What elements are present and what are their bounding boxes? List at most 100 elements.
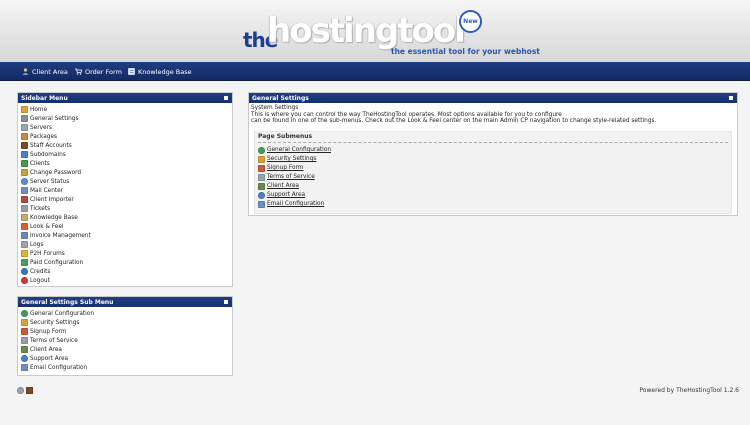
sidebar-panel: Sidebar Menu Home General Settings Servers… [17, 92, 233, 287]
sidebar-item-logout[interactable]: Logout [21, 276, 229, 285]
page-submenu-link-label: Security Settings [267, 156, 317, 163]
sidebar-item-subdomains[interactable]: Subdomains [21, 150, 229, 159]
page-submenu-link-email-configuration[interactable]: Email Configuration [258, 200, 728, 209]
submenu-item-label: Security Settings [30, 319, 80, 326]
logo[interactable]: the hostingtool New the essential tool f… [243, 9, 540, 57]
submenu-item-security-settings[interactable]: Security Settings [21, 318, 229, 327]
sidebar-item-label: Credits [30, 268, 51, 275]
sidebar-item-credits[interactable]: Credits [21, 267, 229, 276]
new-badge: New [459, 10, 482, 33]
globe-icon[interactable] [17, 387, 24, 394]
page-submenu-link-general-configuration[interactable]: General Configuration [258, 146, 728, 155]
page-submenu-link-signup-form[interactable]: Signup Form [258, 164, 728, 173]
info-icon [21, 268, 28, 275]
book-icon [21, 214, 28, 221]
sidebar-item-label: P2H Forums [30, 250, 65, 257]
sidebar-item-label: General Settings [30, 115, 79, 122]
submenu-item-general-configuration[interactable]: General Configuration [21, 309, 229, 318]
minimize-icon[interactable] [224, 96, 228, 100]
page-submenu-link-client-area[interactable]: Client Area [258, 182, 728, 191]
sidebar-item-label: Look & Feel [30, 223, 64, 230]
sidebar-header: Sidebar Menu [18, 93, 232, 103]
sidebar-item-knowledge-base[interactable]: Knowledge Base [21, 213, 229, 222]
mail-icon [21, 187, 28, 194]
sidebar-item-label: Paid Configuration [30, 259, 84, 266]
content-body: System Settings This is where you can co… [249, 103, 737, 216]
submenu-item-label: General Configuration [30, 310, 95, 317]
submenu-item-client-area[interactable]: Client Area [21, 345, 229, 354]
sidebar-item-staff-accounts[interactable]: Staff Accounts [21, 141, 229, 150]
sidebar-item-server-status[interactable]: Server Status [21, 177, 229, 186]
submenu-title: General Settings Sub Menu [21, 298, 114, 306]
lock-icon [21, 319, 28, 326]
book-icon [128, 68, 135, 75]
home-icon [21, 106, 28, 113]
submenu-panel: General Settings Sub Menu General Config… [17, 296, 233, 376]
sidebar-item-invoice-management[interactable]: Invoice Management [21, 231, 229, 240]
staff-icon [21, 142, 28, 149]
user-icon[interactable] [26, 387, 33, 394]
submenu-item-terms-of-service[interactable]: Terms of Service [21, 336, 229, 345]
nav-order-form-label: Order Form [85, 67, 122, 76]
sidebar-item-label: Logs [30, 241, 44, 248]
page-submenu-link-security-settings[interactable]: Security Settings [258, 155, 728, 164]
mail-icon [21, 364, 28, 371]
sidebar-item-general-settings[interactable]: General Settings [21, 114, 229, 123]
sidebar-title: Sidebar Menu [21, 94, 68, 102]
submenu-item-label: Terms of Service [30, 337, 78, 344]
document-icon [258, 174, 265, 181]
sidebar-item-logs[interactable]: Logs [21, 240, 229, 249]
sidebar-item-label: Knowledge Base [30, 214, 78, 221]
nav-knowledge-base-label: Knowledge Base [138, 67, 192, 76]
sidebar-item-look-feel[interactable]: Look & Feel [21, 222, 229, 231]
powered-by-text: Powered by TheHostingTool 1.2.6 [639, 387, 739, 394]
sidebar-item-tickets[interactable]: Tickets [21, 204, 229, 213]
sidebar-item-change-password[interactable]: Change Password [21, 168, 229, 177]
forum-icon [21, 250, 28, 257]
minimize-icon[interactable] [729, 96, 733, 100]
submenu-item-label: Support Area [30, 355, 69, 362]
logout-icon [21, 277, 28, 284]
submenu-item-label: Signup Form [30, 328, 67, 335]
sidebar-item-p2h-forums[interactable]: P2H Forums [21, 249, 229, 258]
globe-icon [258, 147, 265, 154]
submenu-item-support-area[interactable]: Support Area [21, 354, 229, 363]
palette-icon [21, 223, 28, 230]
sidebar-item-packages[interactable]: Packages [21, 132, 229, 141]
submenu-item-label: Client Area [30, 346, 62, 353]
nav-knowledge-base[interactable]: Knowledge Base [128, 62, 192, 81]
page-submenu-link-label: Signup Form [267, 165, 304, 172]
clients-icon [21, 160, 28, 167]
globe-icon [21, 310, 28, 317]
mail-icon [258, 201, 265, 208]
sidebar-item-label: Client Importer [30, 196, 74, 203]
submenu-item-label: Email Configuration [30, 364, 88, 371]
signup-icon [21, 328, 28, 335]
nav-client-area-label: Client Area [32, 67, 68, 76]
sidebar-item-clients[interactable]: Clients [21, 159, 229, 168]
server-icon [21, 124, 28, 131]
nav-order-form[interactable]: Order Form [75, 62, 122, 81]
content-panel: General Settings System Settings This is… [248, 92, 738, 216]
sidebar-item-label: Staff Accounts [30, 142, 72, 149]
page-submenus-list: General Configuration Security Settings Si… [258, 146, 728, 209]
submenu-list: General Configuration Security Settings Si… [18, 307, 232, 374]
help-icon [21, 355, 28, 362]
sidebar-item-paid-configuration[interactable]: Paid Configuration [21, 258, 229, 267]
page-submenu-link-terms-of-service[interactable]: Terms of Service [258, 173, 728, 182]
help-icon [258, 192, 265, 199]
submenu-item-signup-form[interactable]: Signup Form [21, 327, 229, 336]
sidebar-item-label: Subdomains [30, 151, 66, 158]
sidebar-item-servers[interactable]: Servers [21, 123, 229, 132]
logo-tagline: the essential tool for your webhost [391, 47, 540, 56]
page-submenu-link-support-area[interactable]: Support Area [258, 191, 728, 200]
sidebar-item-home[interactable]: Home [21, 105, 229, 114]
sidebar-item-label: Invoice Management [30, 232, 91, 239]
nav-client-area[interactable]: Client Area [22, 62, 68, 81]
submenu-item-email-configuration[interactable]: Email Configuration [21, 363, 229, 372]
sidebar-item-mail-center[interactable]: Mail Center [21, 186, 229, 195]
sidebar-item-client-importer[interactable]: Client Importer [21, 195, 229, 204]
sidebar-item-label: Servers [30, 124, 53, 131]
minimize-icon[interactable] [224, 300, 228, 304]
network-icon [21, 151, 28, 158]
